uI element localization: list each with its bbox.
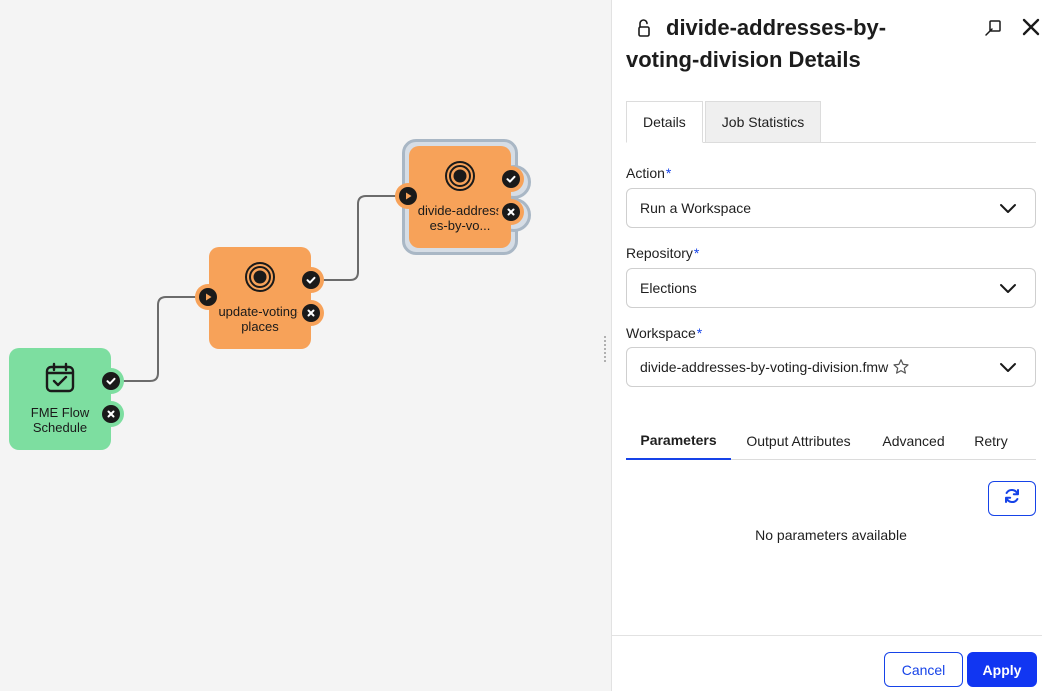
calendar-check-icon [44, 362, 76, 399]
node-divide-addresses[interactable]: divide-addresses-by-vo... [409, 146, 511, 248]
footer-divider [612, 635, 1042, 636]
input-port[interactable] [395, 183, 421, 209]
success-port[interactable] [498, 166, 524, 192]
check-icon [302, 271, 320, 289]
node-label: update-voting-places [218, 304, 302, 334]
tab-output-attributes[interactable]: Output Attributes [731, 422, 866, 460]
repository-value: Elections [640, 280, 697, 296]
apply-button[interactable]: Apply [967, 652, 1037, 687]
x-icon [502, 203, 520, 221]
workspace-label: Workspace* [626, 325, 703, 341]
repository-label: Repository* [626, 245, 700, 261]
close-icon[interactable] [1021, 17, 1041, 42]
node-update-voting-places[interactable]: update-voting-places [209, 247, 311, 349]
tab-advanced[interactable]: Advanced [866, 422, 961, 460]
failure-port[interactable] [498, 199, 524, 225]
workflow-canvas[interactable]: FME Flow Schedule update-voting-places d… [0, 0, 611, 691]
node-label: divide-addresses-by-vo... [417, 203, 503, 233]
target-icon [244, 261, 276, 298]
star-icon[interactable] [892, 358, 910, 376]
failure-port[interactable] [298, 300, 324, 326]
refresh-icon [1003, 487, 1021, 510]
failure-port[interactable] [98, 401, 124, 427]
x-icon [102, 405, 120, 423]
chevron-down-icon [999, 201, 1017, 218]
tab-retry[interactable]: Retry [961, 422, 1021, 460]
settings-tabs: Parameters Output Attributes Advanced Re… [626, 422, 1036, 460]
cancel-button[interactable]: Cancel [884, 652, 963, 687]
panel-tabs: Details Job Statistics [626, 101, 822, 143]
x-icon [302, 304, 320, 322]
input-port[interactable] [195, 284, 221, 310]
success-port[interactable] [298, 267, 324, 293]
workspace-select[interactable]: divide-addresses-by-voting-division.fmw [626, 347, 1036, 387]
connection-update-to-divide [322, 195, 396, 281]
panel-title: divide-addresses-by-voting-division Deta… [626, 15, 887, 72]
empty-parameters-message: No parameters available [755, 527, 907, 543]
action-label: Action* [626, 165, 672, 181]
check-icon [502, 170, 520, 188]
refresh-button[interactable] [988, 481, 1036, 516]
connection-schedule-to-update [122, 296, 196, 382]
popout-icon[interactable] [983, 18, 1003, 43]
target-icon [444, 160, 476, 197]
details-panel: divide-addresses-by-voting-division Deta… [611, 0, 1042, 691]
node-fme-flow-schedule[interactable]: FME Flow Schedule [9, 348, 111, 450]
check-icon [102, 372, 120, 390]
tab-details[interactable]: Details [626, 101, 703, 143]
repository-select[interactable]: Elections [626, 268, 1036, 308]
chevron-down-icon [999, 281, 1017, 298]
success-port[interactable] [98, 368, 124, 394]
tab-parameters[interactable]: Parameters [626, 422, 731, 460]
node-label: FME Flow Schedule [30, 405, 90, 435]
action-value: Run a Workspace [640, 200, 752, 216]
chevron-down-icon [999, 360, 1017, 377]
workspace-value: divide-addresses-by-voting-division.fmw [640, 359, 889, 375]
panel-resize-handle[interactable] [603, 334, 609, 364]
play-icon [199, 288, 217, 306]
play-icon [399, 187, 417, 205]
action-select[interactable]: Run a Workspace [626, 188, 1036, 228]
tab-job-statistics[interactable]: Job Statistics [704, 101, 822, 143]
